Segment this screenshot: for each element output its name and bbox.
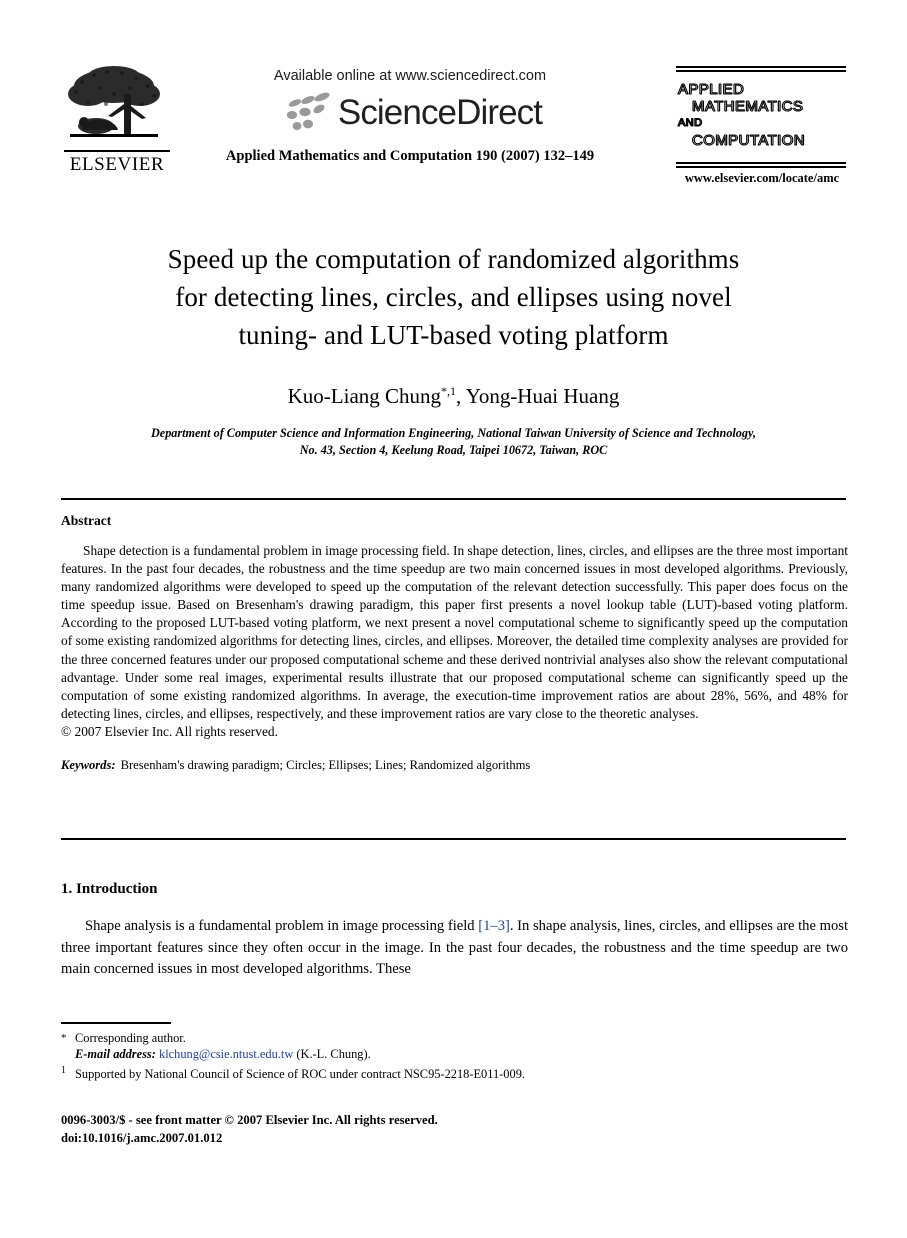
footnote-corresponding-author: * Corresponding author. <box>61 1030 621 1047</box>
abstract-rule-bottom <box>61 838 846 841</box>
abstract-heading: Abstract <box>61 513 112 528</box>
abstract-rule-top <box>61 498 846 501</box>
sciencedirect-wordmark: ScienceDirect <box>337 93 543 132</box>
keywords-label: Keywords: <box>61 758 116 773</box>
introduction-section: 1. Introduction Shape analysis is a fund… <box>61 880 848 981</box>
author-primary: Kuo-Liang Chung <box>287 384 442 408</box>
footnote-email: E-mail address: klchung@csie.ntust.edu.t… <box>61 1046 621 1063</box>
masthead-center: Available online at www.sciencedirect.co… <box>190 68 630 165</box>
elsevier-logo: ELSEVIER <box>62 64 172 176</box>
cover-title-line-3: AND <box>678 117 703 130</box>
cover-journal-title: APPLIED MATHEMATICS AND COMPUTATION <box>678 81 850 150</box>
footnote-separator-rule <box>61 1022 171 1024</box>
masthead: ELSEVIER Available online at www.science… <box>0 0 907 205</box>
keywords-list: Bresenham's drawing paradigm; Circles; E… <box>120 758 531 773</box>
journal-cover-image: APPLIED MATHEMATICS AND COMPUTATION <box>672 66 850 168</box>
affiliation: Department of Computer Science and Infor… <box>95 425 812 459</box>
footnote-corresponding-text: Corresponding author. <box>75 1030 186 1045</box>
footnote-marker-one: 1 <box>61 1064 66 1076</box>
elsevier-logo-rule <box>64 150 170 152</box>
sciencedirect-swoosh-icon <box>286 92 330 130</box>
author-secondary: , Yong-Huai Huang <box>456 384 620 408</box>
citation-link-1-3[interactable]: [1–3] <box>478 918 510 934</box>
journal-article-page: ELSEVIER Available online at www.science… <box>0 0 907 1238</box>
title-block: Speed up the computation of randomized a… <box>95 240 812 459</box>
abstract-copyright: © 2007 Elsevier Inc. All rights reserved… <box>61 723 278 739</box>
introduction-heading: 1. Introduction <box>61 881 158 897</box>
imprint-footer: 0096-3003/$ - see front matter © 2007 El… <box>61 1112 661 1147</box>
journal-reference: Applied Mathematics and Computation 190 … <box>225 148 595 164</box>
email-owner: (K.-L. Chung). <box>296 1047 371 1062</box>
email-address-label: E-mail address: <box>75 1047 156 1062</box>
intro-text-part-1: Shape analysis is a fundamental problem … <box>85 918 479 934</box>
cover-rule-top <box>676 66 846 72</box>
paper-title-line-2: for detecting lines, circles, and ellips… <box>175 282 732 312</box>
footnote-marker-asterisk: * <box>61 1031 67 1044</box>
paper-title-line-3: tuning- and LUT-based voting platform <box>238 320 669 350</box>
keywords: Keywords: Bresenham's drawing paradigm; C… <box>61 757 848 774</box>
journal-cover-block: APPLIED MATHEMATICS AND COMPUTATION www.… <box>672 66 852 186</box>
footnote-grant-support: 1 Supported by National Council of Scienc… <box>61 1063 621 1083</box>
footnote-support-text: Supported by National Council of Science… <box>75 1066 525 1081</box>
cover-title-line-2: MATHEMATICS <box>692 98 804 116</box>
cover-rule-bottom <box>676 162 846 168</box>
author-footnote-marker: *,1 <box>441 384 457 398</box>
doi-line: doi:10.1016/j.amc.2007.01.012 <box>61 1130 223 1145</box>
issn-copyright-line: 0096-3003/$ - see front matter © 2007 El… <box>61 1113 438 1127</box>
page-title: Speed up the computation of randomized a… <box>95 240 812 354</box>
cover-title-line-1: APPLIED <box>678 81 745 99</box>
cover-title-line-4: COMPUTATION <box>692 132 806 150</box>
email-link[interactable]: klchung@csie.ntust.edu.tw <box>159 1047 293 1061</box>
abstract-section: Abstract Shape detection is a fundamenta… <box>61 513 848 774</box>
elsevier-wordmark: ELSEVIER <box>69 154 165 175</box>
elsevier-tree-icon <box>68 66 160 137</box>
abstract-body: Shape detection is a fundamental problem… <box>61 543 848 721</box>
affiliation-line-1: Department of Computer Science and Infor… <box>150 426 756 440</box>
available-online-text: Available online at www.sciencedirect.co… <box>273 68 547 84</box>
journal-homepage-url: www.elsevier.com/locate/amc <box>684 171 840 185</box>
author-list: Kuo-Liang Chung*,1, Yong-Huai Huang <box>95 378 812 409</box>
paper-title-line-1: Speed up the computation of randomized a… <box>167 244 740 274</box>
sciencedirect-logo: ScienceDirect <box>190 90 630 136</box>
affiliation-line-2: No. 43, Section 4, Keelung Road, Taipei … <box>299 443 608 457</box>
footnotes: * Corresponding author. E-mail address: k… <box>61 1022 621 1082</box>
introduction-paragraph: Shape analysis is a fundamental problem … <box>61 916 848 981</box>
